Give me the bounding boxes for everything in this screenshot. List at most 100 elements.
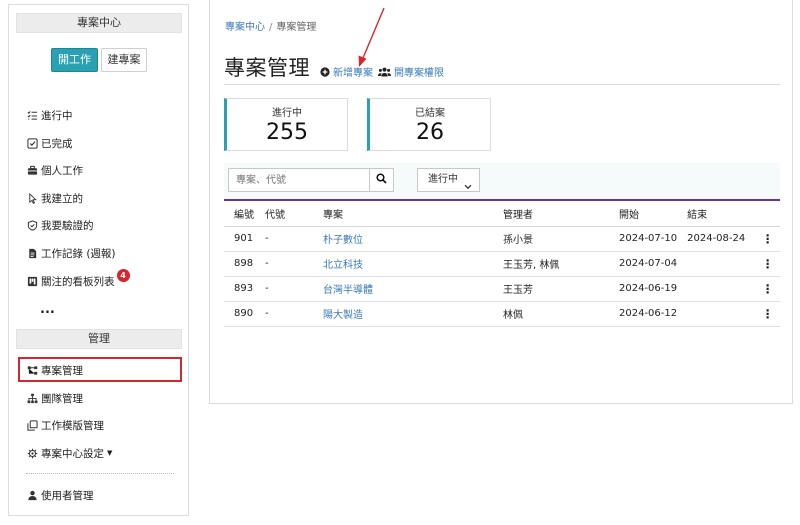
- sidebar-item-center-settings[interactable]: 專案中心設定 ▼: [26, 444, 112, 462]
- gear-icon: [26, 447, 38, 459]
- sidebar-item-team-management[interactable]: 團隊管理: [26, 389, 83, 407]
- search-icon: [376, 173, 387, 187]
- more-icon: ...: [40, 302, 55, 317]
- kebab-menu-icon[interactable]: ⋮: [755, 226, 780, 252]
- cell-manager: 林佩: [493, 301, 609, 327]
- cell-start: 2024-06-12: [609, 301, 678, 327]
- new-project-link[interactable]: 新增專案: [320, 64, 373, 79]
- project-link[interactable]: 陽大製造: [323, 310, 363, 321]
- sidebar-item-to-verify[interactable]: 我要驗證的: [26, 216, 94, 234]
- cell-start: 2024-07-04: [609, 251, 678, 277]
- cell-manager: 王玉芳, 林佩: [493, 251, 609, 277]
- list-check-icon: [26, 109, 38, 121]
- sidebar-item-label: 個人工作: [41, 164, 83, 177]
- sidebar-item-label: 進行中: [41, 109, 73, 122]
- breadcrumb: 專案中心 / 專案管理: [225, 18, 316, 33]
- sidebar-more[interactable]: ...: [26, 301, 55, 319]
- cell-end: [677, 301, 756, 327]
- sidebar-item-personal-work[interactable]: 個人工作: [26, 161, 83, 179]
- cell-id: 901: [224, 226, 255, 252]
- page-title: 專案管理: [224, 56, 310, 80]
- column-header-manager[interactable]: 管理者: [493, 200, 609, 226]
- sidebar-item-label: 專案中心設定: [41, 447, 104, 460]
- cell-code: -: [255, 251, 313, 277]
- chevron-down-icon: [464, 177, 472, 199]
- sidebar-item-label: 已完成: [41, 137, 73, 150]
- cell-end: [677, 276, 756, 302]
- project-tree-icon: [26, 364, 38, 376]
- kebab-menu-icon[interactable]: ⋮: [755, 276, 780, 302]
- notification-badge: 4: [116, 268, 130, 282]
- stat-card-in-progress[interactable]: 進行中 255: [224, 98, 348, 151]
- column-header-code[interactable]: 代號: [255, 200, 313, 226]
- stat-label: 進行中: [272, 108, 302, 119]
- org-chart-icon: [26, 392, 38, 404]
- cursor-icon: [26, 192, 38, 204]
- section-header-project-center: 專案中心: [16, 13, 182, 33]
- cell-end: 2024-08-24: [677, 226, 756, 252]
- cell-project: 朴子數位: [313, 226, 493, 252]
- cell-id: 893: [224, 276, 255, 302]
- sidebar-item-project-management[interactable]: 專案管理: [26, 361, 83, 379]
- users-icon: [378, 67, 391, 77]
- cell-project: 北立科技: [313, 251, 493, 277]
- sidebar-item-user-management[interactable]: 使用者管理: [26, 486, 94, 504]
- sidebar-item-label: 專案管理: [41, 364, 83, 377]
- kebab-menu-icon[interactable]: ⋮: [755, 301, 780, 327]
- kebab-menu-icon[interactable]: ⋮: [755, 251, 780, 277]
- table-row[interactable]: 893 - 台灣半導體 王玉芳 2024-06-19 ⋮: [224, 276, 780, 302]
- sidebar-item-template-management[interactable]: 工作模版管理: [26, 416, 104, 434]
- project-link[interactable]: 朴子數位: [323, 235, 363, 246]
- document-icon: [26, 247, 38, 259]
- cell-project: 台灣半導體: [313, 276, 493, 302]
- cell-code: -: [255, 276, 313, 302]
- stat-value: 255: [266, 120, 308, 145]
- user-icon: [26, 489, 38, 501]
- sidebar-item-created-by-me[interactable]: 我建立的: [26, 189, 83, 207]
- search-input[interactable]: [228, 168, 369, 192]
- status-select[interactable]: 進行中: [417, 168, 480, 192]
- cell-start: 2024-07-10: [609, 226, 678, 252]
- filter-bar: 進行中: [224, 163, 780, 199]
- cell-id: 890: [224, 301, 255, 327]
- stat-card-closed[interactable]: 已結案 26: [367, 98, 491, 151]
- sidebar-item-label: 我要驗證的: [41, 219, 94, 232]
- sidebar: 專案中心 開工作 建專案 進行中 已完成 個人工作 我建立的 我要驗證的 工作記…: [8, 4, 189, 516]
- table-row[interactable]: 890 - 陽大製造 林佩 2024-06-12 ⋮: [224, 301, 780, 327]
- table-row[interactable]: 901 - 朴子數位 孫小景 2024-07-10 2024-08-24 ⋮: [224, 226, 780, 252]
- cell-manager: 孫小景: [493, 226, 609, 252]
- cell-manager: 王玉芳: [493, 276, 609, 302]
- sidebar-item-label: 工作模版管理: [41, 419, 104, 432]
- open-work-button[interactable]: 開工作: [51, 48, 98, 72]
- cell-start: 2024-06-19: [609, 276, 678, 302]
- column-header-start[interactable]: 開始: [609, 200, 677, 226]
- create-project-button[interactable]: 建專案: [101, 48, 147, 72]
- project-link[interactable]: 北立科技: [323, 260, 363, 271]
- sidebar-item-label: 我建立的: [41, 192, 83, 205]
- sidebar-item-followed-boards[interactable]: 關注的看板列表 4: [26, 268, 130, 290]
- shield-check-icon: [26, 219, 38, 231]
- sidebar-item-in-progress[interactable]: 進行中: [26, 106, 73, 124]
- breadcrumb-separator: /: [269, 22, 273, 33]
- sidebar-item-label: 工作記錄 (週報): [41, 247, 116, 260]
- stat-value: 26: [416, 120, 444, 145]
- kanban-icon: [26, 275, 38, 287]
- column-header-end[interactable]: 結束: [677, 200, 755, 226]
- project-permission-link[interactable]: 開專案權限: [378, 64, 444, 79]
- column-header-id[interactable]: 編號: [224, 200, 255, 226]
- stat-label: 已結案: [415, 108, 445, 119]
- project-link[interactable]: 台灣半導體: [323, 285, 373, 296]
- breadcrumb-root-link[interactable]: 專案中心: [225, 22, 265, 33]
- column-header-project[interactable]: 專案: [313, 200, 493, 226]
- plus-circle-icon: [320, 66, 330, 77]
- sidebar-item-completed[interactable]: 已完成: [26, 134, 73, 152]
- project-permission-label: 開專案權限: [394, 68, 444, 79]
- briefcase-icon: [26, 164, 38, 176]
- sidebar-item-label: 關注的看板列表: [41, 275, 115, 288]
- search-button[interactable]: [369, 168, 394, 192]
- main-panel: 專案中心 / 專案管理 專案管理 新增專案 開專案權限 進行中 255 已結案 26…: [209, 0, 793, 404]
- caret-down-icon: ▼: [107, 449, 113, 457]
- sidebar-item-work-log[interactable]: 工作記錄 (週報): [26, 244, 116, 262]
- table-row[interactable]: 898 - 北立科技 王玉芳, 林佩 2024-07-04 ⋮: [224, 251, 780, 277]
- title-divider: [224, 84, 780, 85]
